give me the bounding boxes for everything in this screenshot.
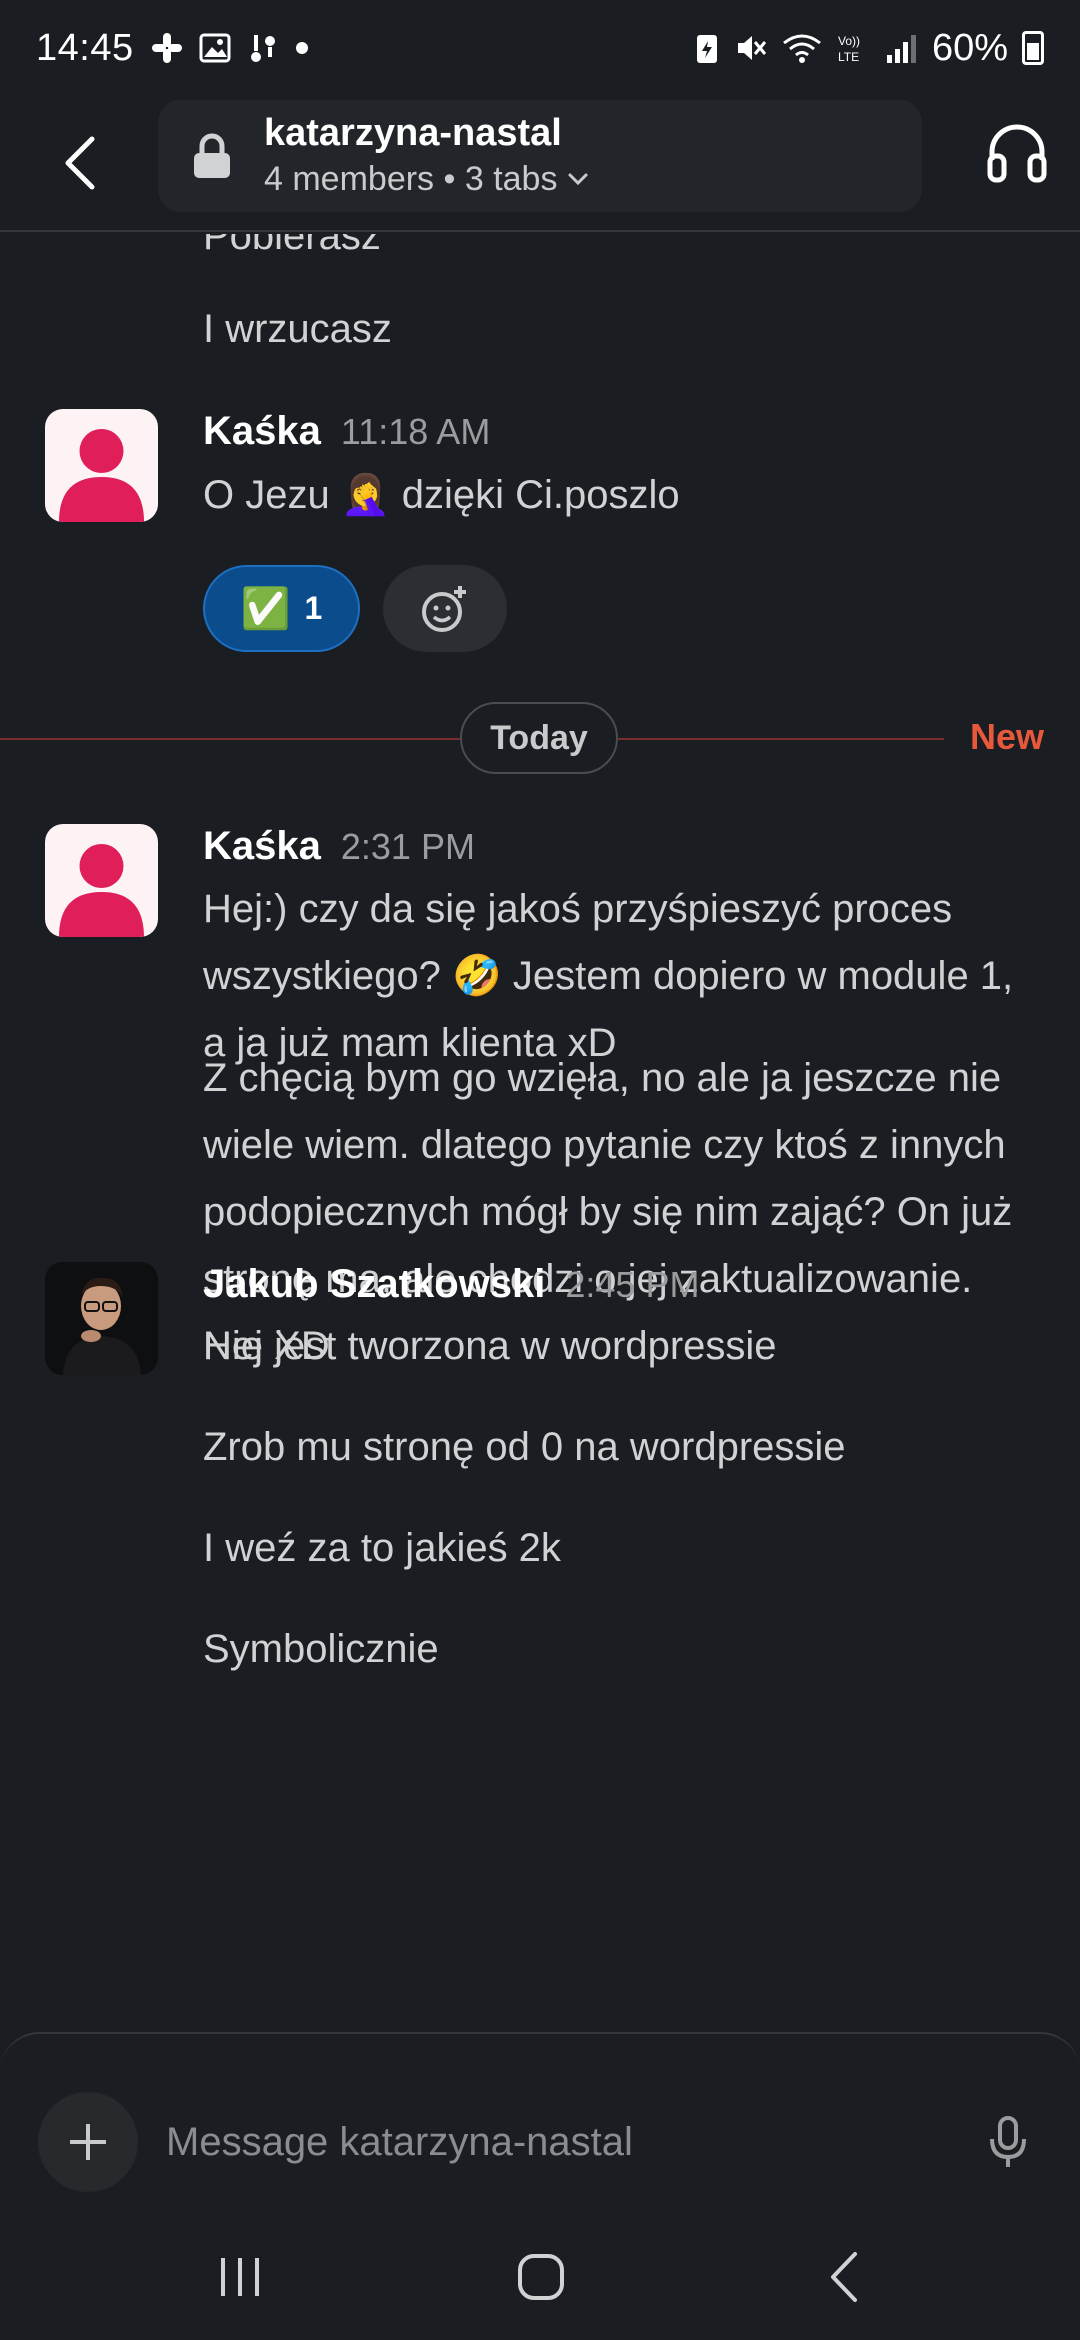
author-name: Kaśka — [203, 824, 321, 868]
message-text: I wrzucasz — [203, 307, 392, 351]
home-icon — [518, 2254, 564, 2300]
message-author[interactable]: Jakub Szatkowski 2:45 PM — [203, 1262, 699, 1307]
chevron-left-icon — [831, 2252, 857, 2302]
attach-button[interactable] — [38, 2092, 138, 2192]
message-time: 11:18 AM — [340, 411, 491, 452]
avatar[interactable] — [45, 409, 158, 522]
wifi-icon — [783, 34, 821, 63]
channel-name: katarzyna-nastal — [264, 112, 562, 154]
status-time: 14:45 — [36, 26, 134, 69]
voice-message-button[interactable] — [974, 2108, 1042, 2176]
check-mark-emoji: ✅ — [240, 587, 291, 631]
svg-text:LTE: LTE — [838, 50, 859, 64]
divider-line — [0, 738, 460, 740]
battery-icon — [1022, 31, 1044, 65]
channel-title-block: katarzyna-nastal 4 members • 3 tabs — [264, 110, 589, 202]
message-author[interactable]: Kaśka 11:18 AM — [203, 409, 490, 454]
headphones-icon — [987, 124, 1047, 183]
microphone-icon — [990, 2116, 1026, 2167]
message-input[interactable] — [166, 2104, 926, 2180]
new-messages-divider: Today New — [0, 702, 1080, 774]
status-system-icons: Vo)) LTE 60% — [694, 27, 1044, 70]
author-name: Jakub Szatkowski — [203, 1262, 546, 1306]
slack-icon — [151, 33, 182, 63]
message-text: Pobierasz — [203, 234, 381, 258]
status-notification-icons — [150, 31, 310, 65]
recent-apps-button[interactable] — [195, 2242, 285, 2312]
recent-apps-icon — [221, 2258, 259, 2296]
message-text: Zrob mu stronę od 0 na wordpressie — [203, 1425, 846, 1469]
message-text: O Jezu 🤦‍♀️ dzięki Ci.poszlo — [203, 473, 680, 517]
battery-saver-icon — [696, 35, 717, 63]
reaction-count: 1 — [304, 590, 323, 626]
reaction-chip[interactable]: ✅ 1 — [203, 565, 360, 652]
message-text: Hej XD — [203, 1324, 330, 1368]
message-text: Symbolicznie — [203, 1627, 439, 1671]
battery-percent: 60% — [931, 26, 1008, 69]
dot-icon — [295, 42, 308, 54]
status-bar: 14:45 Vo)) LTE 60% — [0, 0, 1080, 96]
new-label: New — [969, 716, 1044, 757]
message-text: I weź za to jakieś 2k — [203, 1526, 561, 1570]
add-reaction-button[interactable] — [383, 565, 507, 652]
channel-subtitle: 4 members • 3 tabs — [264, 156, 589, 202]
message-composer — [0, 2032, 1080, 2202]
mute-icon — [737, 36, 767, 60]
signal-icon — [886, 35, 916, 63]
lock-icon — [192, 133, 232, 179]
plus-icon — [70, 2124, 106, 2160]
voicemail-icon — [250, 35, 275, 62]
date-pill[interactable]: Today — [460, 702, 618, 774]
svg-text:Vo)): Vo)) — [838, 34, 860, 48]
user-photo — [45, 1262, 158, 1375]
add-emoji-icon — [422, 585, 466, 632]
channel-header: katarzyna-nastal 4 members • 3 tabs — [0, 96, 1080, 232]
default-user-icon — [59, 844, 144, 937]
volte-icon: Vo)) LTE — [838, 34, 860, 64]
default-user-icon — [59, 429, 144, 522]
back-button[interactable] — [0, 95, 160, 231]
message-list[interactable]: Pobierasz I wrzucasz Kaśka 11:18 AM O Jez… — [0, 234, 1080, 2034]
gallery-icon — [199, 33, 231, 63]
author-name: Kaśka — [203, 409, 321, 453]
chevron-down-icon — [568, 173, 588, 186]
home-button[interactable] — [496, 2242, 586, 2312]
huddle-button[interactable] — [984, 120, 1050, 186]
channel-info-button[interactable]: katarzyna-nastal 4 members • 3 tabs — [158, 100, 922, 212]
message-time: 2:45 PM — [565, 1264, 700, 1305]
message-time: 2:31 PM — [340, 826, 475, 867]
back-nav-button[interactable] — [800, 2242, 890, 2312]
divider-line — [618, 738, 944, 740]
chevron-left-icon — [65, 136, 95, 190]
channel-members-tabs: 4 members • 3 tabs — [264, 160, 558, 198]
message-author[interactable]: Kaśka 2:31 PM — [203, 824, 475, 869]
avatar[interactable] — [45, 1262, 158, 1375]
system-nav-bar — [0, 2202, 1080, 2340]
avatar[interactable] — [45, 824, 158, 937]
